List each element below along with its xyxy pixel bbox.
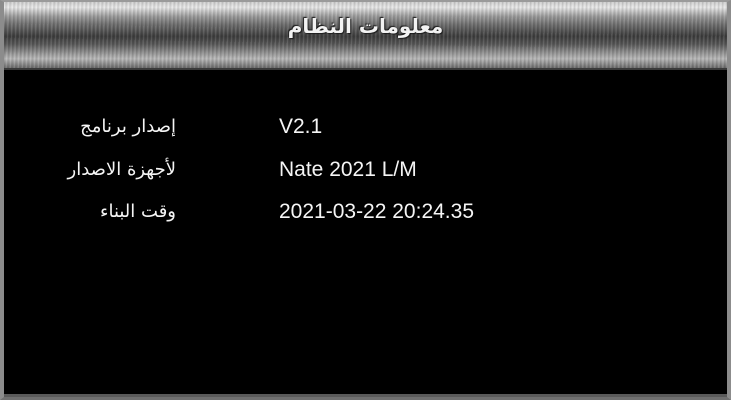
title-bar: معلومات النظام	[4, 2, 727, 70]
info-row-build-time: وقت البناء 2021-03-22 20:24.35	[0, 199, 731, 235]
info-value: V2.1	[279, 115, 323, 138]
info-row-hardware-version: لأجهزة الاصدار Nate 2021 L/M	[0, 157, 731, 193]
info-value: 2021-03-22 20:24.35	[279, 200, 474, 223]
bottom-border	[4, 394, 727, 397]
title-bar-inner: معلومات النظام	[4, 2, 727, 50]
info-value: Nate 2021 L/M	[279, 158, 417, 181]
info-row-software-version: إصدار برنامج V2.1	[0, 114, 731, 150]
page-title: معلومات النظام	[287, 14, 444, 38]
info-label: وقت البناء	[100, 201, 176, 222]
info-label: لأجهزة الاصدار	[67, 159, 176, 180]
system-info-screen: معلومات النظام إصدار برنامج V2.1 لأجهزة …	[0, 0, 731, 400]
info-label: إصدار برنامج	[80, 116, 176, 137]
